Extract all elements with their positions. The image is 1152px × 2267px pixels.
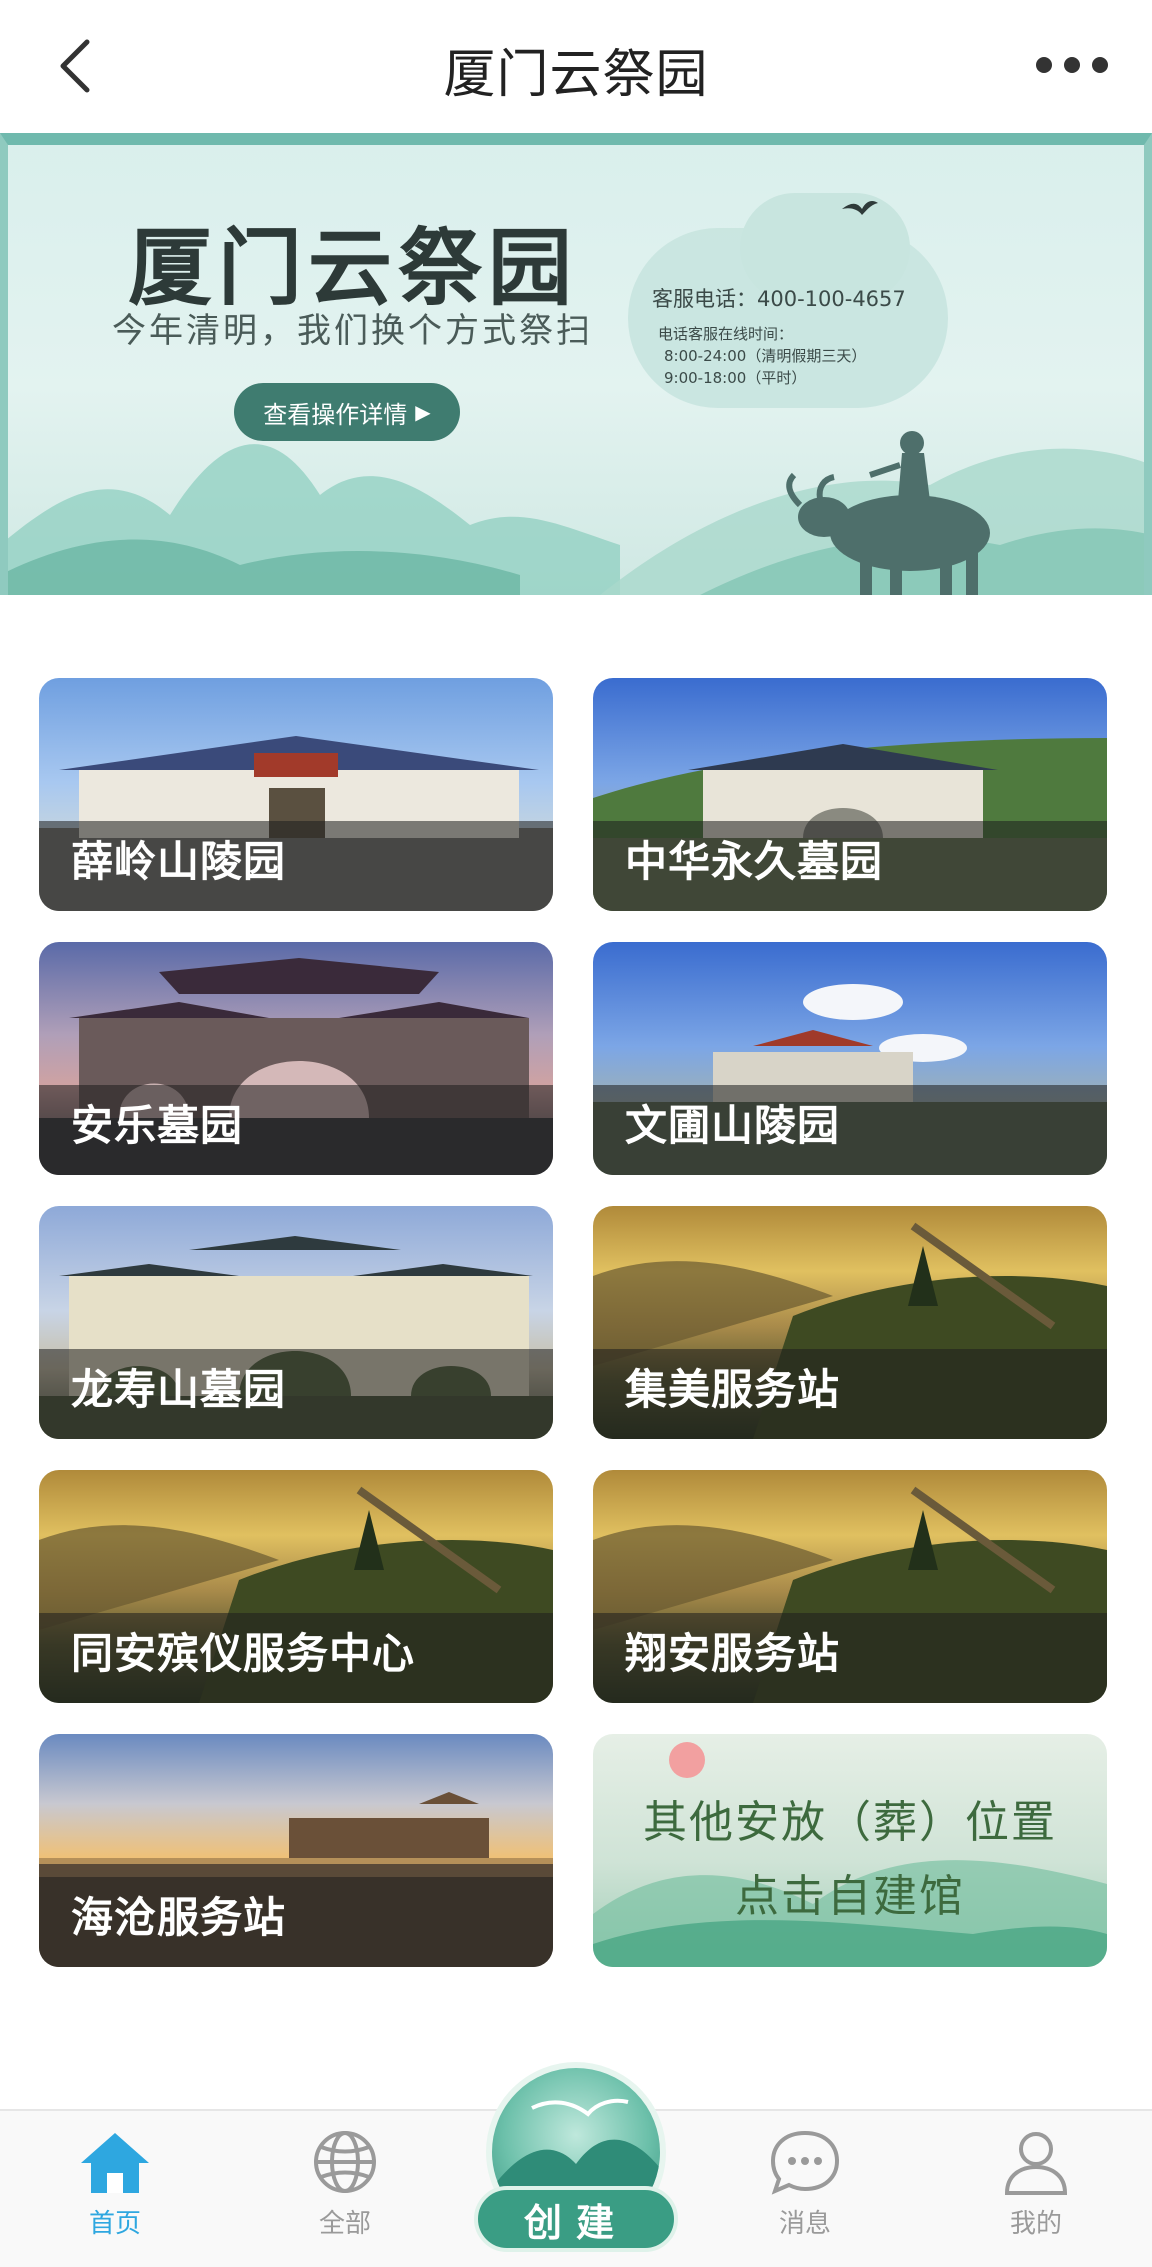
nav-home-label: 首页 (88, 2209, 141, 2239)
card-label: 同安殡仪服务中心 (71, 1629, 416, 1678)
nav-home[interactable]: 首页 (40, 2129, 190, 2259)
view-instructions-label: 查看操作详情 (263, 400, 408, 429)
nav-mine-label: 我的 (1009, 2209, 1062, 2239)
create-label: 创建 (523, 2199, 628, 2245)
service-phone: 客服电话：400-100-4657 (652, 287, 906, 311)
card-label: 文圃山陵园 (625, 1101, 841, 1150)
cemetery-card[interactable]: 薛岭山陵园 (39, 678, 553, 911)
promo-banner[interactable]: 厦门云祭园 今年清明，我们换个方式祭扫 查看操作详情 ▶ 客服电话：400-10… (0, 133, 1152, 595)
create-badge: 创建 (474, 2186, 678, 2252)
service-hours-qingming: 8:00-24:00（清明假期三天） (664, 347, 867, 365)
card-label: 海沧服务站 (71, 1893, 287, 1942)
card-label: 集美服务站 (625, 1365, 841, 1414)
user-icon (1004, 2132, 1068, 2195)
ink-landscape-illustration (593, 1742, 1107, 1967)
chat-bubble-icon (770, 2130, 840, 2195)
swallow-icon (842, 201, 878, 215)
globe-icon (314, 2131, 376, 2193)
card-label: 中华永久墓园 (625, 837, 884, 886)
cemetery-card[interactable]: 集美服务站 (593, 1206, 1107, 1439)
cemetery-card[interactable]: 同安殡仪服务中心 (39, 1470, 553, 1703)
cemetery-card[interactable]: 安乐墓园 (39, 942, 553, 1175)
play-triangle-icon: ▶ (415, 400, 431, 424)
custom-memorial-card[interactable]: 其他安放（葬）位置 点击自建馆 (593, 1734, 1107, 1967)
card-label: 安乐墓园 (71, 1101, 244, 1150)
home-icon (81, 2133, 149, 2193)
more-dot-icon (1092, 57, 1108, 73)
custom-card-subtitle: 点击自建馆 (735, 1871, 965, 1922)
cemetery-card[interactable]: 翔安服务站 (593, 1470, 1107, 1703)
cemetery-card[interactable]: 海沧服务站 (39, 1734, 553, 1967)
service-hours-title: 电话客服在线时间： (658, 325, 794, 343)
more-options-button[interactable] (1022, 40, 1122, 90)
nav-mine[interactable]: 我的 (961, 2129, 1111, 2259)
page-title: 厦门云祭园 (443, 45, 709, 105)
nav-messages-label: 消息 (778, 2209, 831, 2239)
cemetery-grid: 薛岭山陵园 中华永久墓园 安乐墓园 文圃山陵园 龙寿山墓园 集美服务站 同安殡仪… (39, 678, 1107, 1967)
cemetery-card[interactable]: 龙寿山墓园 (39, 1206, 553, 1439)
card-label: 薛岭山陵园 (71, 837, 287, 886)
card-label: 翔安服务站 (625, 1629, 841, 1678)
buffalo-rider-icon (786, 431, 990, 595)
service-hours-normal: 9:00-18:00（平时） (664, 369, 807, 387)
banner-subtitle: 今年清明，我们换个方式祭扫 (112, 311, 593, 351)
nav-all[interactable]: 全部 (270, 2129, 420, 2259)
more-dot-icon (1036, 57, 1052, 73)
nav-all-label: 全部 (318, 2209, 371, 2239)
nav-messages[interactable]: 消息 (730, 2129, 880, 2259)
top-header: 厦门云祭园 (0, 0, 1152, 132)
more-dot-icon (1064, 57, 1080, 73)
nav-create-button[interactable]: 创建 (468, 2062, 684, 2262)
custom-card-title: 其他安放（葬）位置 (643, 1797, 1057, 1848)
cemetery-card[interactable]: 中华永久墓园 (593, 678, 1107, 911)
card-label: 龙寿山墓园 (71, 1365, 287, 1414)
view-instructions-button[interactable]: 查看操作详情 ▶ (234, 383, 460, 441)
cemetery-card[interactable]: 文圃山陵园 (593, 942, 1107, 1175)
